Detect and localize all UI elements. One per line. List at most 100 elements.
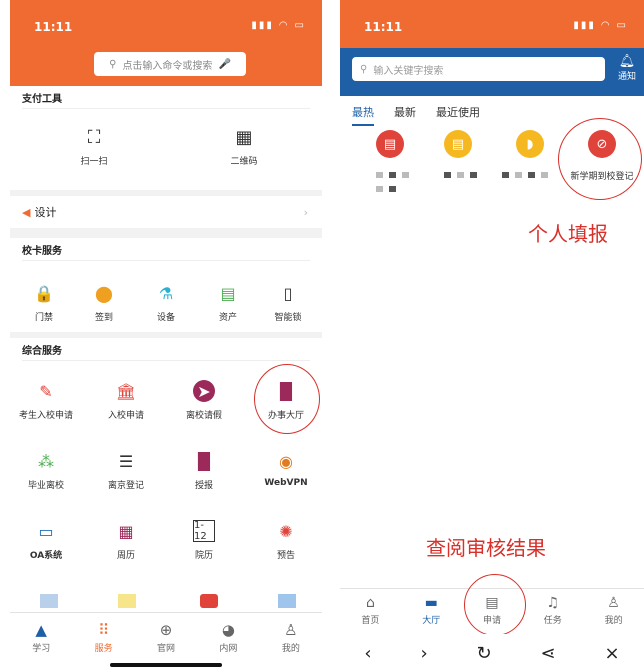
academic-calendar-button[interactable]: 1-12 院历 xyxy=(174,520,234,561)
reload-icon[interactable]: ↻ xyxy=(477,643,492,664)
lock-door-icon: 🔒 xyxy=(34,283,54,303)
app-icon-red[interactable]: ▤ xyxy=(376,130,404,158)
leave-request-label: 离校请假 xyxy=(185,411,222,421)
qrcode-icon: ▦ xyxy=(235,126,253,148)
status-bar: 11:11 ▮▮▮ ◠ ▭ xyxy=(340,0,644,42)
tab-recent[interactable]: 最近使用 xyxy=(436,104,480,126)
academic-calendar-label: 院历 xyxy=(194,551,213,561)
access-button[interactable]: 🔒 门禁 xyxy=(24,282,64,324)
bottom-tab-bar: ▲ 学习 ⠿ 服务 ⊕ 官网 ◕ 内网 ♙ 我的 xyxy=(10,612,322,672)
campus-entry-label: 入校申请 xyxy=(107,411,144,421)
tab-tasks[interactable]: ♫ 任务 xyxy=(522,589,583,634)
status-icons: ▮▮▮ ◠ ▭ xyxy=(573,20,628,31)
preview-button[interactable]: ✺ 预告 xyxy=(256,520,316,562)
search-input[interactable]: ⚲ 输入关键字搜索 xyxy=(352,57,605,81)
qrcode-button[interactable]: ▦ 二维码 xyxy=(222,126,266,168)
tab-label: 学习 xyxy=(32,644,51,654)
oa-system-label: OA系统 xyxy=(29,551,63,561)
access-label: 门禁 xyxy=(34,313,53,323)
partial-icon xyxy=(40,594,58,608)
status-icons: ▮▮▮ ◠ ▭ xyxy=(251,20,306,31)
tab-label: 大厅 xyxy=(422,616,441,626)
partial-icon xyxy=(278,594,296,608)
app-icon-yellow[interactable]: ▤ xyxy=(444,130,472,158)
back-icon[interactable]: ‹ xyxy=(364,643,371,664)
search-input[interactable]: ⚲ 点击输入命令或搜索 🎤 xyxy=(94,52,246,76)
checkin-button[interactable]: ⬤ 签到 xyxy=(84,282,124,324)
checkin-label: 签到 xyxy=(94,313,113,323)
intranet-icon: ◕ xyxy=(221,621,235,639)
bell-icon: 🔔︎ xyxy=(618,54,636,69)
tab-new[interactable]: 最新 xyxy=(394,104,416,126)
partial-icon xyxy=(200,594,218,608)
tab-hall[interactable]: ▬ 大厅 xyxy=(401,589,462,634)
header: 11:11 ▮▮▮ ◠ ▭ ⚲ 输入关键字搜索 🔔︎ 通知 xyxy=(340,0,644,96)
app-icon-yellow-2[interactable]: ◗ xyxy=(516,130,544,158)
microphone-icon[interactable]: 🎤 xyxy=(218,59,230,70)
location-pin-icon: ⬤ xyxy=(95,283,113,303)
person-icon: ♙ xyxy=(607,595,620,611)
tab-label: 我的 xyxy=(604,616,623,626)
blurred-label xyxy=(376,186,396,192)
tab-hot[interactable]: 最热 xyxy=(352,104,374,126)
qrcode-label: 二维码 xyxy=(230,157,258,167)
highlight-circle xyxy=(254,364,320,434)
leave-request-button[interactable]: ➤ 离校请假 xyxy=(174,380,234,421)
smart-lock-button[interactable]: ▯ 智能锁 xyxy=(268,282,308,324)
tab-mine[interactable]: ♙ 我的 xyxy=(583,589,644,634)
tab-mine[interactable]: ♙ 我的 xyxy=(260,613,322,672)
notification-button[interactable]: 🔔︎ 通知 xyxy=(618,54,636,82)
status-time: 11:11 xyxy=(34,20,73,34)
briefcase-icon: ▭ xyxy=(38,521,54,541)
grid-icon: ⠿ xyxy=(98,621,110,639)
leave-icon: ➤ xyxy=(193,380,215,402)
webvpn-button[interactable]: ◉ WebVPN xyxy=(256,450,316,489)
equipment-label: 设备 xyxy=(156,313,175,323)
scan-icon: ⛶ xyxy=(87,126,101,148)
annotation-review-result: 查阅审核结果 xyxy=(426,536,546,560)
tab-home[interactable]: ⌂ 首页 xyxy=(340,589,401,634)
leave-beijing-button[interactable]: ☰ 离京登记 xyxy=(96,450,156,492)
tab-label: 内网 xyxy=(219,644,238,654)
report-button[interactable]: ▐▌ 授报 xyxy=(174,450,234,492)
oa-system-button[interactable]: ▭ OA系统 xyxy=(18,520,74,562)
equipment-button[interactable]: ⚗ 设备 xyxy=(146,282,186,324)
home-icon: ⌂ xyxy=(365,595,375,611)
design-row[interactable]: ◀ 设计 › xyxy=(10,196,322,228)
assets-button[interactable]: ▤ 资产 xyxy=(208,282,248,324)
tab-learn[interactable]: ▲ 学习 xyxy=(10,613,72,672)
edit-doc-icon: ✎ xyxy=(39,381,53,401)
category-tabs: 最热 最新 最近使用 xyxy=(352,104,480,126)
search-icon: ⚲ xyxy=(360,63,368,75)
badge-icon: ✺ xyxy=(279,521,293,541)
blocks-icon: ⁂ xyxy=(38,451,54,471)
applicant-entry-button[interactable]: ✎ 考生入校申请 xyxy=(14,380,78,422)
forward-icon[interactable]: › xyxy=(420,643,427,664)
blurred-label xyxy=(502,172,548,178)
search-placeholder: 点击输入命令或搜索 xyxy=(122,60,213,72)
bank-icon: 🏛 xyxy=(115,381,137,401)
globe-icon: ⊕ xyxy=(159,621,173,639)
right-phone: 11:11 ▮▮▮ ◠ ▭ ⚲ 输入关键字搜索 🔔︎ 通知 最热 最新 最近使用… xyxy=(340,0,644,672)
scan-label: 扫一扫 xyxy=(80,157,108,167)
share-icon[interactable]: ⋖ xyxy=(541,643,556,664)
close-icon[interactable]: × xyxy=(604,643,619,664)
graduation-leave-button[interactable]: ⁂ 毕业离校 xyxy=(18,450,74,492)
smart-lock-label: 智能锁 xyxy=(274,313,302,323)
annotation-personal-report: 个人填报 xyxy=(528,222,608,246)
section-title: 综合服务 xyxy=(22,346,62,357)
pay-tools-section: 支付工具 ⛶ 扫一扫 ▦ 二维码 xyxy=(10,86,322,190)
highlight-circle xyxy=(558,118,642,200)
preview-label: 预告 xyxy=(276,551,295,561)
highlight-circle xyxy=(464,574,526,636)
tab-label: 任务 xyxy=(543,616,562,626)
scan-button[interactable]: ⛶ 扫一扫 xyxy=(72,126,116,168)
ledger-icon: ▤ xyxy=(220,283,236,303)
notice-label: 通知 xyxy=(617,72,636,82)
speaker-icon: ◀ xyxy=(22,205,31,219)
design-label: 设计 xyxy=(34,206,57,219)
smart-lock-icon: ▯ xyxy=(283,283,293,303)
campus-entry-button[interactable]: 🏛 入校申请 xyxy=(96,380,156,422)
form-icon: ☰ xyxy=(118,451,134,471)
week-calendar-button[interactable]: ▦ 周历 xyxy=(96,520,156,562)
